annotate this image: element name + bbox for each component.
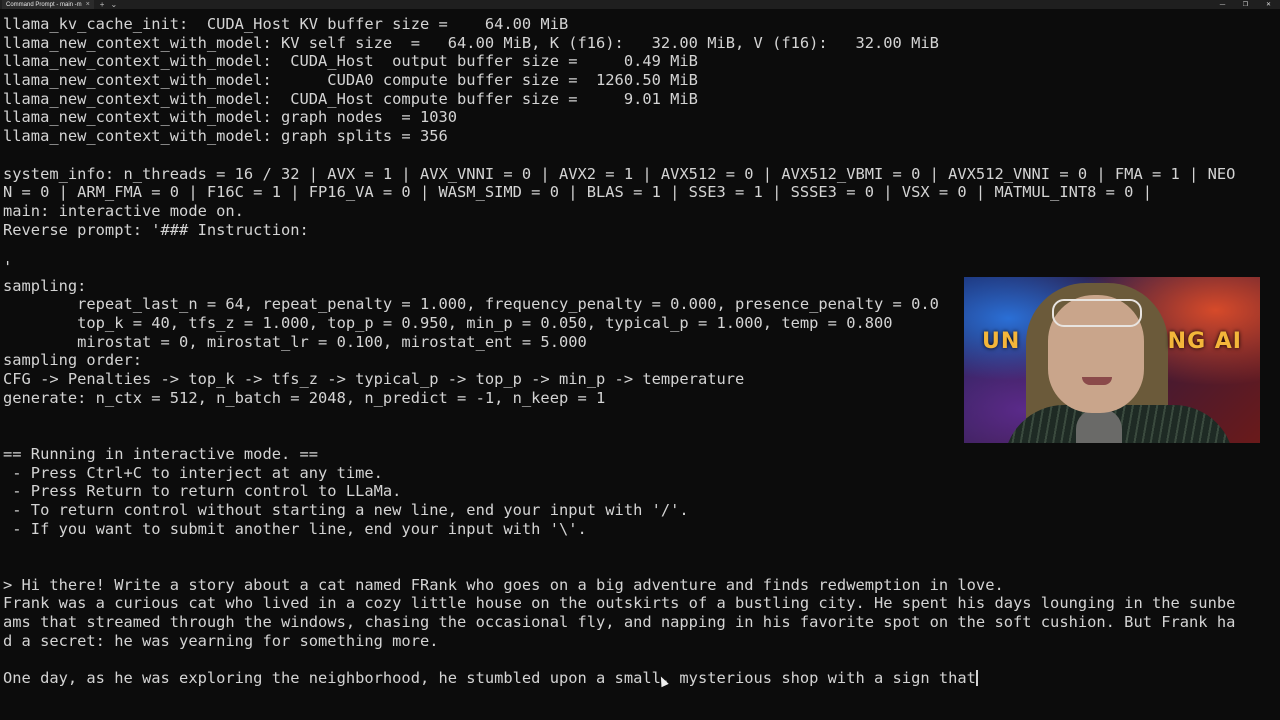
- tab-dropdown-icon[interactable]: ⌄: [110, 0, 117, 9]
- maximize-button[interactable]: ❐: [1234, 0, 1257, 9]
- terminal-line: llama_new_context_with_model: CUDA_Host …: [3, 52, 698, 71]
- tab-close-icon[interactable]: ×: [86, 1, 90, 8]
- window-controls: — ❐ ✕: [1211, 0, 1280, 9]
- terminal-line: - Press Return to return control to LLaM…: [3, 482, 402, 501]
- person-mouth: [1082, 377, 1112, 385]
- terminal-line: ': [3, 257, 13, 276]
- terminal-line: Reverse prompt: '### Instruction:: [3, 220, 309, 239]
- title-bar: Command Prompt - main -m × + ⌄ — ❐ ✕: [0, 0, 1280, 9]
- terminal-line: Frank was a curious cat who lived in a c…: [3, 594, 1236, 613]
- person-undershirt: [1076, 409, 1122, 443]
- terminal-line: > Hi there! Write a story about a cat na…: [3, 575, 1004, 594]
- terminal-line: ams that streamed through the windows, c…: [3, 613, 1236, 631]
- terminal-line: d a secret: he was yearning for somethin…: [3, 631, 439, 650]
- tab-command-prompt[interactable]: Command Prompt - main -m ×: [2, 0, 94, 9]
- terminal-line: llama_new_context_with_model: graph spli…: [3, 127, 448, 146]
- terminal-line: llama_new_context_with_model: KV self si…: [3, 33, 939, 52]
- terminal-line: - To return control without starting a n…: [3, 500, 689, 519]
- channel-banner-right: NG AI: [1167, 329, 1242, 354]
- glasses: [1052, 299, 1142, 327]
- terminal-line: llama_new_context_with_model: graph node…: [3, 108, 458, 127]
- terminal-line: N = 0 | ARM_FMA = 0 | F16C = 1 | FP16_VA…: [3, 183, 1152, 202]
- minimize-button[interactable]: —: [1211, 0, 1234, 9]
- terminal-line: llama_new_context_with_model: CUDA_Host …: [3, 89, 698, 108]
- new-tab-button[interactable]: +: [100, 0, 105, 9]
- terminal-line: == Running in interactive mode. ==: [3, 444, 319, 463]
- text-cursor: [975, 670, 978, 687]
- close-window-button[interactable]: ✕: [1257, 0, 1280, 9]
- tab-title: Command Prompt - main -m: [6, 1, 82, 8]
- terminal-line: llama_new_context_with_model: CUDA0 comp…: [3, 71, 698, 90]
- terminal-line: main: interactive mode on.: [3, 201, 244, 220]
- terminal-line: llama_kv_cache_init: CUDA_Host KV buffer…: [3, 15, 569, 33]
- terminal-line: - Press Ctrl+C to interject at any time.: [3, 463, 383, 482]
- webcam-overlay: UN NG AI: [964, 277, 1260, 443]
- channel-banner-left: UN: [982, 329, 1021, 354]
- terminal-line: One day, as he was exploring the neighbo…: [3, 669, 978, 688]
- terminal-line: system_info: n_threads = 16 / 32 | AVX =…: [3, 164, 1236, 183]
- terminal-line: - If you want to submit another line, en…: [3, 519, 587, 538]
